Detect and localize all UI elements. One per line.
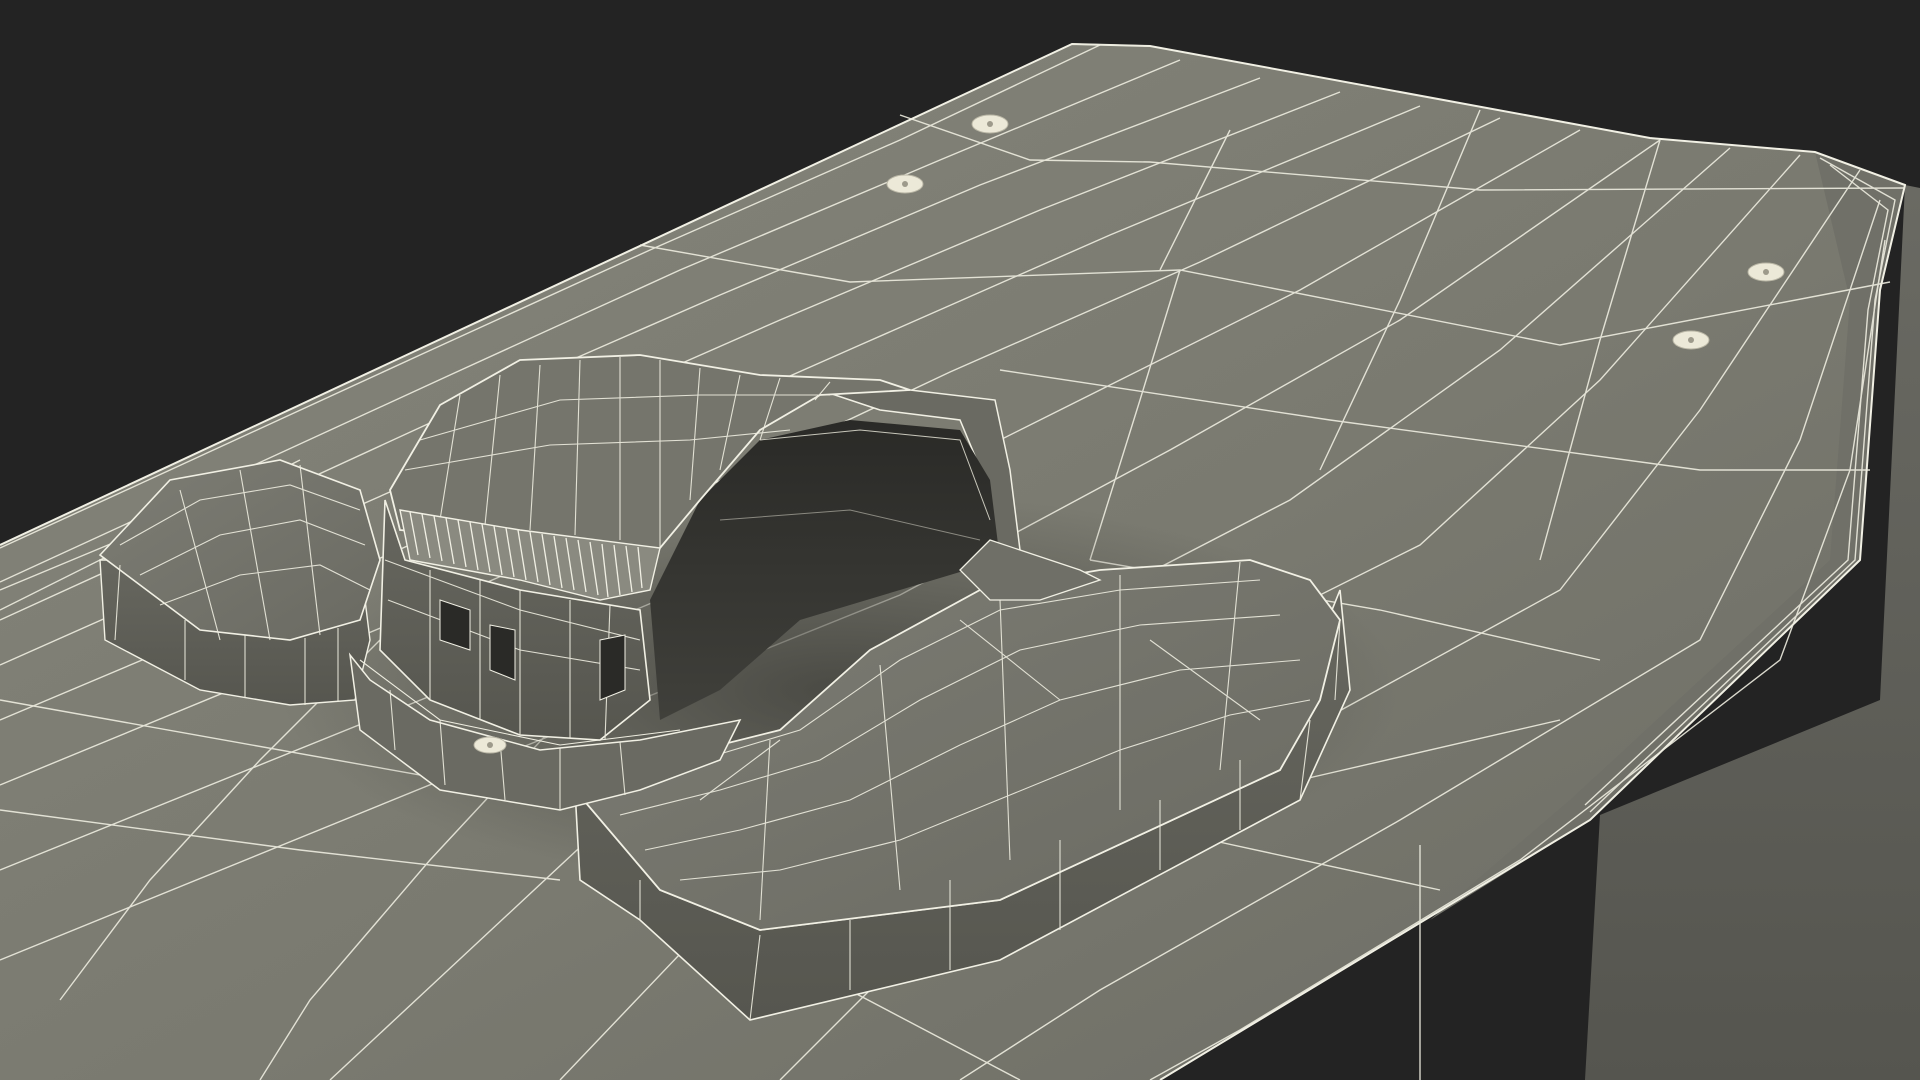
screw-icon <box>971 114 1009 134</box>
screw-icon <box>1672 330 1710 350</box>
wireframe-render <box>0 42 1920 1080</box>
screw-icon <box>473 736 507 754</box>
screw-icon <box>886 174 924 194</box>
screw-icon <box>1747 262 1785 282</box>
render-viewport <box>0 0 1920 1080</box>
